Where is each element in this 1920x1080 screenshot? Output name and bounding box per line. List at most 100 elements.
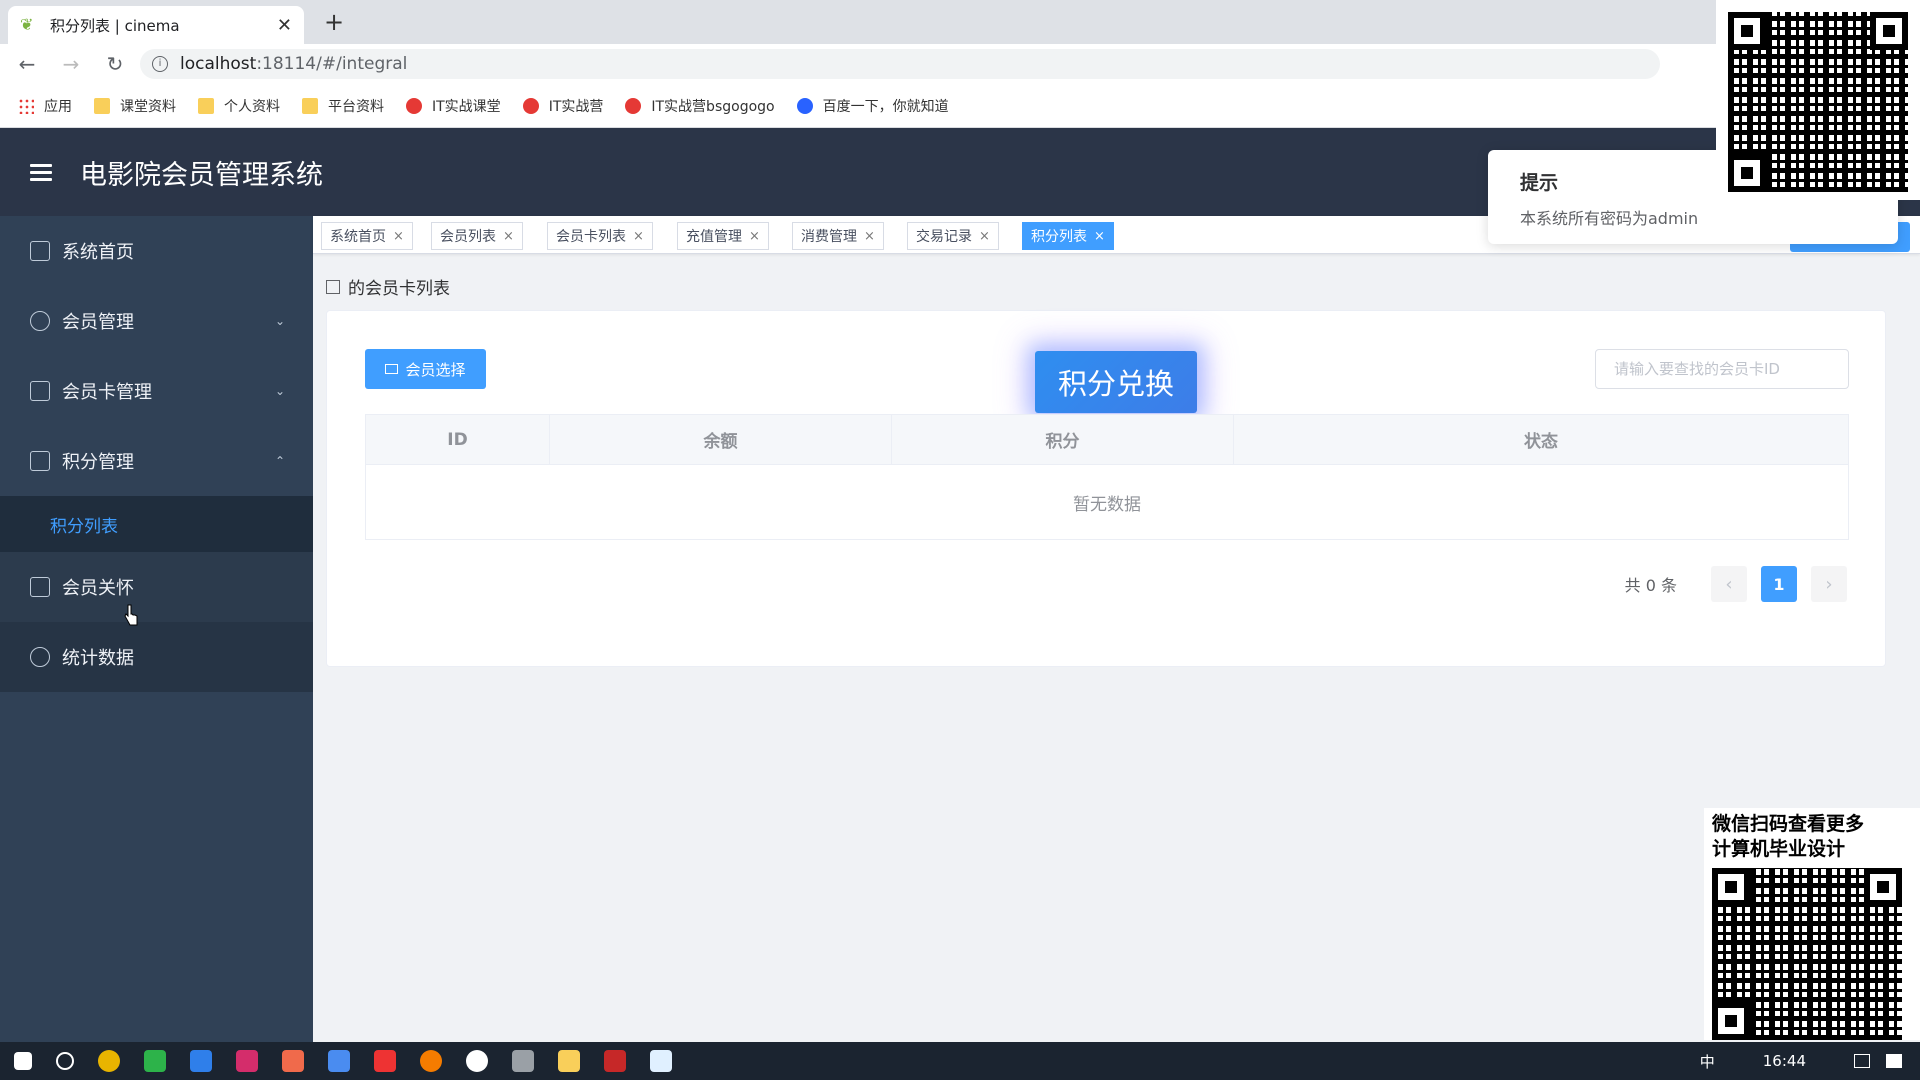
tag-label: 积分列表	[1031, 229, 1087, 245]
card-id-search-input[interactable]	[1595, 349, 1849, 389]
bookmark-folder[interactable]: 平台资料	[302, 96, 384, 116]
bookmark-link[interactable]: 百度一下，你就知道	[796, 96, 949, 116]
bookmark-label: 百度一下，你就知道	[822, 98, 949, 115]
sidebar-item-member-care[interactable]: 会员关怀	[0, 552, 313, 622]
bookmarks-bar: 应用 课堂资料 个人资料 平台资料 IT实战课堂 IT实战营 IT实战营bsgo…	[0, 84, 1920, 128]
tag-label: 交易记录	[916, 229, 972, 245]
grid-icon	[30, 451, 50, 471]
sidebar-item-label: 系统首页	[62, 242, 134, 263]
next-page-button[interactable]: ›	[1811, 566, 1847, 602]
page-title: 的会员卡列表	[348, 279, 450, 299]
leaf-favicon-icon: ❦	[20, 15, 34, 34]
folder-icon[interactable]	[558, 1050, 580, 1072]
sidebar-item-members[interactable]: 会员管理 ⌄	[0, 286, 313, 356]
close-tag-icon[interactable]: ×	[393, 229, 404, 244]
forward-icon[interactable]: →	[54, 52, 88, 76]
address-bar[interactable]: i localhost:18114/#/integral	[140, 49, 1660, 79]
hand-cursor-icon	[124, 604, 138, 626]
tag-points-list[interactable]: 积分列表 ×	[1022, 222, 1114, 250]
app-icon[interactable]	[282, 1050, 304, 1072]
tag-transactions[interactable]: 交易记录 ×	[907, 222, 999, 250]
qr-caption-line: 计算机毕业设计	[1712, 838, 1846, 860]
sidebar-item-member-cards[interactable]: 会员卡管理 ⌄	[0, 356, 313, 426]
folder-icon	[198, 97, 214, 114]
windows-start-icon[interactable]	[14, 1052, 32, 1070]
browser-tab[interactable]: ❦ 积分列表 | cinema ✕	[8, 6, 304, 44]
close-tag-icon[interactable]: ×	[1094, 229, 1105, 244]
user-icon	[30, 311, 50, 331]
close-tag-icon[interactable]: ×	[503, 229, 514, 244]
reload-icon[interactable]: ↻	[98, 52, 132, 76]
bookmark-link[interactable]: IT实战营bsgogogo	[625, 96, 775, 116]
site-favicon-icon	[406, 97, 422, 114]
sidebar: 系统首页 会员管理 ⌄ 会员卡管理 ⌄ 积分管理 ⌃ 积分列表 会员关怀 统计数…	[0, 216, 313, 1042]
calendar-icon	[30, 577, 50, 597]
close-tab-icon[interactable]: ✕	[277, 15, 292, 36]
column-header-balance: 余额	[550, 415, 892, 464]
settings-icon[interactable]	[512, 1050, 534, 1072]
sidebar-subitem-points-list[interactable]: 积分列表	[0, 496, 313, 552]
wechat-icon[interactable]	[144, 1050, 166, 1072]
tag-label: 充值管理	[686, 229, 742, 245]
app-icon[interactable]	[328, 1050, 350, 1072]
prev-page-button[interactable]: ‹	[1711, 566, 1747, 602]
windows-taskbar: 中 16:44	[0, 1042, 1920, 1080]
pie-chart-icon	[30, 647, 50, 667]
info-icon[interactable]: i	[152, 56, 168, 72]
tag-member-card-list[interactable]: 会员卡列表 ×	[547, 222, 653, 250]
empty-text: 暂无数据	[1073, 494, 1141, 515]
page-number-button[interactable]: 1	[1761, 566, 1797, 602]
notification-icon[interactable]	[1854, 1054, 1870, 1068]
bookmark-folder[interactable]: 课堂资料	[94, 96, 176, 116]
tag-member-list[interactable]: 会员列表 ×	[431, 222, 523, 250]
clock[interactable]: 16:44	[1763, 1052, 1806, 1070]
points-exchange-banner: 积分兑换	[1035, 351, 1197, 413]
close-tag-icon[interactable]: ×	[864, 229, 875, 244]
app-icon[interactable]	[466, 1050, 488, 1072]
notification-body: 本系统所有密码为admin	[1520, 209, 1699, 228]
member-select-button[interactable]: 会员选择	[365, 349, 486, 389]
bookmark-link[interactable]: IT实战营	[522, 96, 604, 116]
column-header-status: 状态	[1524, 432, 1558, 452]
firefox-icon[interactable]	[420, 1050, 442, 1072]
feishu-icon[interactable]	[190, 1050, 212, 1072]
ime-indicator[interactable]: 中	[1700, 1051, 1715, 1072]
wps-icon[interactable]	[374, 1050, 396, 1072]
sidebar-item-home[interactable]: 系统首页	[0, 216, 313, 286]
app-icon[interactable]	[650, 1050, 672, 1072]
search-icon[interactable]	[56, 1052, 74, 1070]
tag-home[interactable]: 系统首页 ×	[321, 222, 413, 250]
bookmark-folder[interactable]: 个人资料	[198, 96, 280, 116]
url-host: localhost	[180, 54, 257, 74]
chrome-icon[interactable]	[98, 1050, 120, 1072]
back-icon[interactable]: ←	[10, 52, 44, 76]
button-label: 会员选择	[405, 360, 466, 379]
close-tag-icon[interactable]: ×	[633, 229, 644, 244]
intellij-icon[interactable]	[236, 1050, 258, 1072]
folder-icon	[94, 97, 110, 114]
close-tag-icon[interactable]: ×	[979, 229, 990, 244]
sidebar-item-label: 积分列表	[50, 516, 118, 537]
hamburger-menu-icon[interactable]	[30, 160, 52, 185]
sidebar-item-points[interactable]: 积分管理 ⌃	[0, 426, 313, 496]
bookmark-link[interactable]: IT实战课堂	[406, 96, 501, 116]
qr-code-icon	[1712, 868, 1902, 1040]
action-center-icon[interactable]	[1886, 1054, 1902, 1068]
breadcrumb: 的会员卡列表	[326, 274, 450, 299]
sidebar-item-label: 统计数据	[62, 648, 134, 669]
app-icon[interactable]	[604, 1050, 626, 1072]
apps-grid-icon	[18, 97, 34, 114]
bookmark-label: IT实战营	[548, 98, 604, 115]
bookmark-apps[interactable]: 应用	[18, 96, 72, 116]
sidebar-item-statistics[interactable]: 统计数据	[0, 622, 313, 692]
new-tab-button[interactable]: +	[324, 8, 344, 36]
app-title: 电影院会员管理系统	[80, 159, 323, 191]
tag-consumption[interactable]: 消费管理 ×	[792, 222, 884, 250]
points-table: ID 余额 积分 状态 暂无数据	[365, 414, 1849, 540]
close-tag-icon[interactable]: ×	[749, 229, 760, 244]
tag-recharge[interactable]: 充值管理 ×	[677, 222, 769, 250]
tag-label: 系统首页	[330, 229, 386, 245]
total-count: 共 0 条	[1624, 576, 1677, 595]
qr-code-top	[1716, 0, 1920, 200]
browser-tab-title: 积分列表 | cinema	[50, 16, 180, 35]
